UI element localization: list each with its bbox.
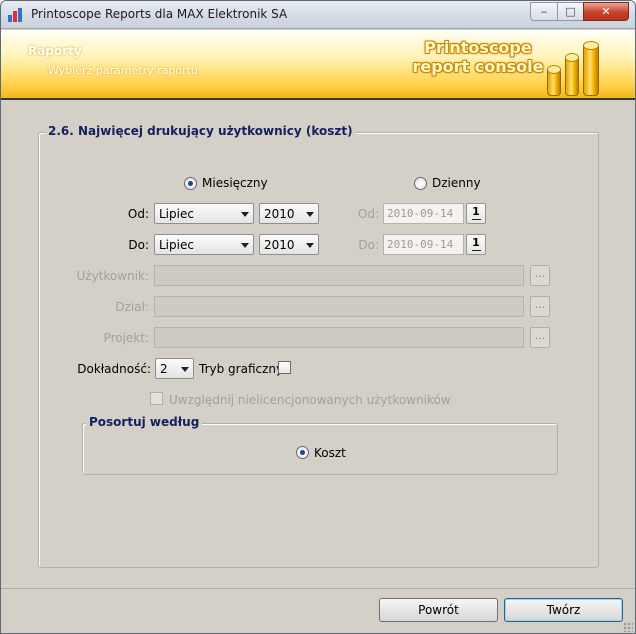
to-calendar-button[interactable]: 1 [466,234,486,255]
unlicensed-checkbox[interactable] [150,392,163,405]
precision-value: 2 [160,362,168,376]
from-month-value: Lipiec [159,207,194,221]
sort-group-title: Posortuj według [86,415,203,429]
daily-radio[interactable] [414,177,427,190]
chevron-down-icon [306,243,314,248]
to-date-label: Do: [358,238,379,252]
logo-bar-3 [583,41,599,96]
to-month-select[interactable]: Lipiec [154,234,254,255]
monthly-radio[interactable] [184,177,197,190]
unlicensed-label[interactable]: Uwzględnij nielicencjonowanych użytkowni… [169,393,451,407]
report-group-title: 2.6. Najwięcej drukujący użytkownicy (ko… [45,124,356,138]
window-title: Printoscope Reports dla MAX Elektronik S… [31,7,288,21]
precision-select[interactable]: 2 [155,358,194,379]
create-button[interactable]: Twórz [504,598,623,622]
graphic-mode-checkbox[interactable] [278,361,291,374]
from-date-field[interactable]: 2010-09-14 [383,203,464,224]
app-window: Printoscope Reports dla MAX Elektronik S… [0,0,636,634]
user-label: Użytkownik: [76,269,150,283]
to-label: Do: [128,238,149,252]
monthly-radio-label[interactable]: Miesięczny [202,176,268,190]
header-banner: Raporty Wybierz parametry raportu Printo… [1,30,635,100]
chevron-down-icon [181,367,189,372]
daily-radio-label[interactable]: Dzienny [432,176,481,190]
logo-bar-2 [565,53,579,96]
from-label: Od: [127,207,149,221]
project-browse-button[interactable]: ... [530,327,550,348]
from-month-select[interactable]: Lipiec [154,203,254,224]
bar-chart-icon [8,8,24,22]
project-label: Projekt: [103,331,149,345]
logo-bar-1 [547,65,561,96]
window-controls: ‒ □ ✕ [530,2,629,21]
sort-group: Posortuj według Koszt [82,415,558,475]
department-field[interactable] [154,296,524,317]
to-year-select[interactable]: 2010 [259,234,319,255]
from-calendar-button[interactable]: 1 [466,203,486,224]
graphic-mode-label[interactable]: Tryb graficzny [199,362,283,376]
logo-text: Printoscope report console [411,38,545,76]
report-parameters-group: 2.6. Najwięcej drukujący użytkownicy (ko… [38,124,599,568]
page-title: Raporty [28,44,82,58]
to-year-value: 2010 [264,238,295,252]
resize-grip[interactable] [623,622,633,632]
minimize-button[interactable]: ‒ [530,2,557,21]
sort-cost-label[interactable]: Koszt [314,446,346,460]
department-label: Dział: [115,300,149,314]
sort-cost-radio[interactable] [296,446,309,459]
user-browse-button[interactable]: ... [530,265,550,286]
printoscope-logo: Printoscope report console [411,36,611,96]
page-subtitle: Wybierz parametry raportu [48,64,198,77]
to-month-value: Lipiec [159,238,194,252]
from-year-select[interactable]: 2010 [259,203,319,224]
back-button[interactable]: Powrót [379,598,498,622]
chevron-down-icon [306,212,314,217]
footer-bar: Powrót Twórz [1,588,635,633]
chevron-down-icon [241,212,249,217]
from-date-label: Od: [357,207,379,221]
logo-line-2: report console [412,57,544,76]
maximize-button[interactable]: □ [557,2,583,21]
logo-line-1: Printoscope [424,38,532,57]
content-area: 2.6. Najwięcej drukujący użytkownicy (ko… [1,102,635,588]
chevron-down-icon [241,243,249,248]
close-button[interactable]: ✕ [583,2,629,21]
project-field[interactable] [154,327,524,348]
precision-label: Dokładność: [77,362,151,376]
title-bar[interactable]: Printoscope Reports dla MAX Elektronik S… [1,1,635,29]
department-browse-button[interactable]: ... [530,296,550,317]
to-date-field[interactable]: 2010-09-14 [383,234,464,255]
user-field[interactable] [154,265,524,286]
from-year-value: 2010 [264,207,295,221]
